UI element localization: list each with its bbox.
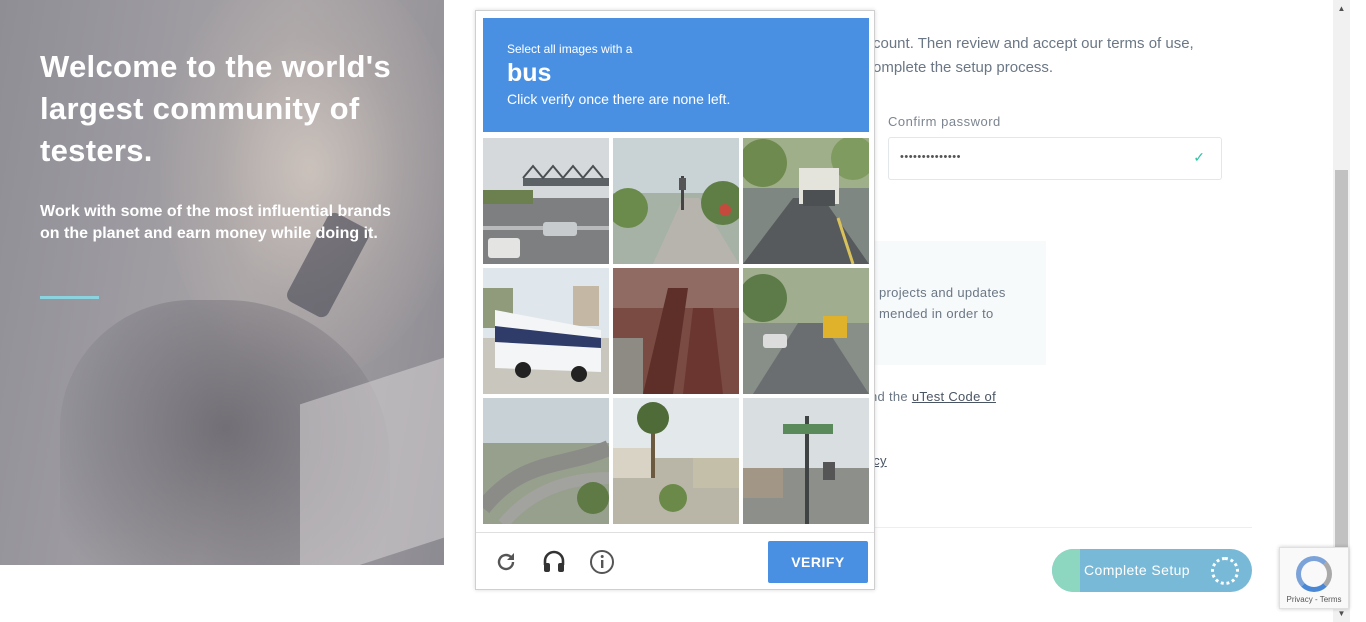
challenge-footer-divider bbox=[476, 532, 874, 533]
tile-street-with-school-bus[interactable] bbox=[743, 268, 869, 394]
hero-headline: Welcome to the world's largest community… bbox=[40, 49, 392, 168]
complete-setup-label: Complete Setup bbox=[1084, 562, 1190, 578]
scroll-up-arrow-icon[interactable]: ▲ bbox=[1333, 0, 1350, 17]
confirm-password-value: •••••••••••••• bbox=[900, 151, 961, 163]
notification-notice: projects and updates mended in order to bbox=[870, 241, 1046, 365]
tile-street-sign-pole[interactable] bbox=[743, 398, 869, 524]
hero-accent-rule bbox=[40, 296, 99, 299]
tile-highway-bridge[interactable] bbox=[483, 138, 609, 264]
audio-icon[interactable] bbox=[539, 547, 569, 577]
hero-subtext: Work with some of the most influential b… bbox=[40, 203, 391, 242]
info-icon[interactable] bbox=[587, 547, 617, 577]
form-divider bbox=[870, 527, 1252, 528]
recaptcha-badge[interactable]: Privacy - Terms bbox=[1279, 547, 1349, 609]
terms-prefix: nd the bbox=[870, 389, 912, 404]
challenge-instruction: Select all images with a bbox=[507, 42, 633, 56]
challenge-header: Select all images with a bus Click verif… bbox=[483, 18, 869, 132]
reload-icon[interactable] bbox=[491, 547, 521, 577]
tile-street-with-truck[interactable] bbox=[743, 138, 869, 264]
code-of-conduct-link[interactable]: uTest Code of bbox=[912, 389, 996, 404]
setup-intro-line1: count. Then review and accept our terms … bbox=[873, 35, 1194, 52]
terms-text: nd the uTest Code of bbox=[870, 389, 996, 404]
tile-white-tour-bus[interactable] bbox=[483, 268, 609, 394]
notice-line2: mended in order to bbox=[879, 306, 994, 321]
hero-panel: Welcome to the world's largest community… bbox=[0, 0, 444, 565]
complete-setup-progress bbox=[1052, 549, 1080, 592]
notice-line1: projects and updates bbox=[879, 285, 1006, 300]
confirm-password-label: Confirm password bbox=[888, 114, 1001, 129]
complete-setup-button[interactable]: Complete Setup bbox=[1052, 549, 1252, 592]
tile-freeway-interchange[interactable] bbox=[483, 398, 609, 524]
tile-red-sculpture[interactable] bbox=[613, 268, 739, 394]
recaptcha-badge-text[interactable]: Privacy - Terms bbox=[1280, 595, 1348, 604]
confirm-password-field[interactable]: •••••••••••••• ✓ bbox=[888, 137, 1222, 180]
challenge-hint: Click verify once there are none left. bbox=[507, 91, 731, 107]
loading-spinner-icon bbox=[1211, 557, 1239, 585]
image-grid bbox=[483, 138, 869, 524]
setup-intro-line2: omplete the setup process. bbox=[873, 59, 1054, 76]
scrollbar-thumb[interactable] bbox=[1335, 170, 1348, 600]
verify-button[interactable]: VERIFY bbox=[768, 541, 868, 583]
challenge-target: bus bbox=[507, 59, 552, 87]
tile-palm-tree-courtyard[interactable] bbox=[613, 398, 739, 524]
recaptcha-logo-icon bbox=[1296, 556, 1332, 592]
check-icon: ✓ bbox=[1193, 149, 1205, 165]
tile-street-with-traffic-light[interactable] bbox=[613, 138, 739, 264]
recaptcha-challenge: Select all images with a bus Click verif… bbox=[475, 10, 875, 590]
setup-intro: count. Then review and accept our terms … bbox=[873, 32, 1233, 80]
